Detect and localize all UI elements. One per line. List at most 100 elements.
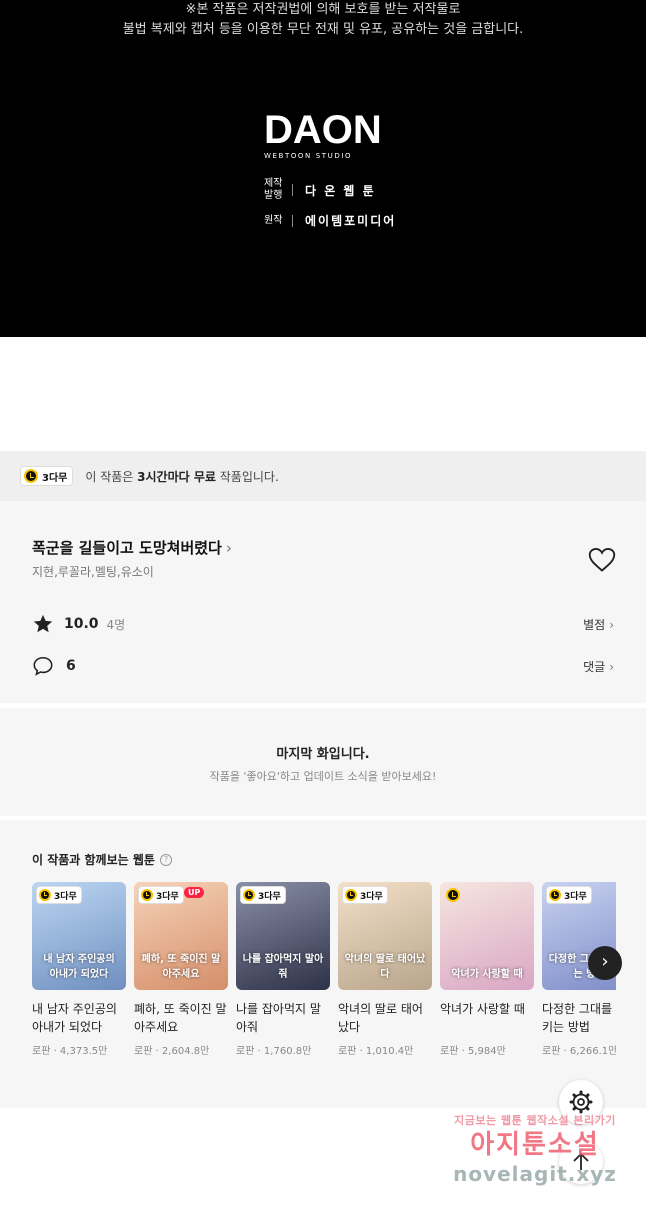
wait-text-suffix: 작품입니다. [215, 469, 279, 484]
recommendation-card[interactable]: 3다무 나를 잡아먹지 말아줘 나를 잡아먹지 말아줘 로판 · 1,760.8만 [236, 882, 330, 1057]
wait-free-badge-label: 3다무 [156, 891, 179, 902]
series-authors: 지현,루꼴라,멜팅,유소이 [32, 565, 154, 579]
credit-row: 제작 발행 다 온 웹 툰 [264, 178, 396, 202]
recommendation-title-text: 이 작품과 함께보는 웹툰 [32, 853, 155, 867]
wait-free-badge: 3다무 [36, 886, 82, 904]
cover-thumbnail[interactable]: 악녀가 사랑할 때 [440, 882, 534, 990]
rating-count: 4명 [106, 617, 126, 632]
clock-icon [24, 469, 38, 483]
watermark-line-3: novelagit.xyz [453, 1162, 617, 1186]
wait-text-bold: 3시간마다 무료 [137, 469, 216, 484]
rating-link[interactable]: 별점 › [583, 616, 614, 633]
wait-free-badge-label: 3다무 [360, 891, 383, 902]
help-icon[interactable]: ? [159, 853, 172, 866]
cover-title-art: 나를 잡아먹지 말아줘 [242, 954, 324, 980]
last-episode-notice: 마지막 화입니다. 작품을 '좋아요'하고 업데이트 소식을 받아보세요! [0, 708, 646, 816]
recommendation-carousel[interactable]: 3다무 내 남자 주인공의 아내가 되었다 내 남자 주인공의 아내가 되었다 로판 … [32, 882, 616, 1092]
credit-divider [292, 214, 293, 227]
credit-key: 원작 [264, 214, 283, 226]
copyright-notice: ※본 작품은 저작권법에 의해 보호를 받는 저작물로 불법 복제와 캡처 등을… [0, 0, 646, 40]
heart-icon[interactable] [588, 547, 616, 573]
rating-link-label: 별점 [583, 617, 606, 632]
credits: 제작 발행 다 온 웹 툰 원작 에이템포미디어 [264, 178, 396, 239]
logo-sub: WEBTOON STUDIO [264, 152, 353, 160]
recommendation-card[interactable]: 악녀가 사랑할 때 악녀가 사랑할 때 로판 · 5,984만 [440, 882, 534, 1057]
comment-link[interactable]: 댓글 › [583, 658, 614, 675]
logo-main: DAON [264, 108, 382, 152]
credit-value: 에이템포미디어 [305, 214, 397, 228]
chevron-right-icon: › [609, 617, 614, 632]
credit-divider [292, 184, 293, 196]
cover-thumbnail[interactable]: 3다무내 남자 주인공의 아내가 되었다 [32, 882, 126, 990]
notice-line-1: ※본 작품은 저작권법에 의해 보호를 받는 저작물로 [185, 2, 461, 17]
cover-title-art: 악녀가 사랑할 때 [451, 969, 523, 980]
cover-title-art: 내 남자 주인공의 아내가 되었다 [43, 954, 115, 980]
series-title: 폭군을 길들이고 도망쳐버렸다 [32, 539, 222, 557]
credit-key: 제작 발행 [264, 178, 283, 201]
card-title[interactable]: 나를 잡아먹지 말아줘 [236, 1000, 330, 1036]
last-episode-subtitle: 작품을 '좋아요'하고 업데이트 소식을 받아보세요! [209, 770, 437, 783]
wait-free-badge-label: 3다무 [564, 891, 587, 902]
watermark-line-1: 지금보는 웹툰 웹작소설 본리가기 [454, 1114, 616, 1127]
notice-line-2: 불법 복제와 캡처 등을 이용한 무단 전재 및 유포, 공유하는 것을 금합니… [122, 22, 524, 37]
cover-thumbnail[interactable]: 3다무나를 잡아먹지 말아줘 [236, 882, 330, 990]
comment-icon [33, 656, 53, 676]
rating-score: 10.0 [64, 616, 99, 632]
clock-icon [446, 888, 460, 902]
clock-icon [39, 889, 51, 901]
cover-title-art: 악녀의 딸로 태어났다 [344, 954, 426, 980]
card-meta: 로판 · 2,604.8만 [134, 1046, 210, 1057]
carousel-next-button[interactable]: › [588, 946, 622, 980]
star-icon [33, 614, 53, 633]
credit-row: 원작 에이템포미디어 [264, 212, 396, 229]
card-title[interactable]: 악녀가 사랑할 때 [440, 1000, 534, 1036]
clock-icon [141, 889, 153, 901]
wait-free-badge: 3다무 [138, 886, 184, 904]
card-title[interactable]: 내 남자 주인공의 아내가 되었다 [32, 1000, 126, 1036]
card-meta: 로판 · 1,010.4만 [338, 1046, 414, 1057]
series-info-panel: 폭군을 길들이고 도망쳐버렸다 › 지현,루꼴라,멜팅,유소이 10.0 4명 별… [0, 501, 646, 703]
recommendation-card[interactable]: 3다무 내 남자 주인공의 아내가 되었다 내 남자 주인공의 아내가 되었다 로판 … [32, 882, 126, 1057]
wait-free-badge: 3다무 [240, 886, 286, 904]
clock-icon [345, 889, 357, 901]
wait-text-prefix: 이 작품은 [85, 469, 138, 484]
card-title[interactable]: 폐하, 또 죽이진 말아주세요 [134, 1000, 228, 1036]
comment-link-label: 댓글 [583, 659, 606, 674]
recommendation-card[interactable]: 3다무 악녀의 딸로 태어났다 악녀의 딸로 태어났다 로판 · 1,010.4만 [338, 882, 432, 1057]
copyright-banner: ※본 작품은 저작권법에 의해 보호를 받는 저작물로 불법 복제와 캡처 등을… [0, 0, 646, 337]
credit-value: 다 온 웹 툰 [305, 183, 376, 198]
card-meta: 로판 · 6,266.1만 [542, 1046, 616, 1057]
clock-icon [549, 889, 561, 901]
wait-free-badge: 3다무 [546, 886, 592, 904]
cover-title-art: 폐하, 또 죽이진 말아주세요 [141, 954, 221, 980]
chevron-right-icon: › [225, 539, 232, 557]
rating-row: 10.0 4명 별점 › [32, 613, 614, 635]
card-meta: 로판 · 4,373.5만 [32, 1046, 108, 1057]
recommendation-section: 이 작품과 함께보는 웹툰 ? 3다무 내 남자 주인공의 아내가 되었다 내 남자… [0, 820, 646, 1108]
wait-free-badge: 3다무 [342, 886, 388, 904]
wait-free-badge-label: 3다무 [54, 891, 77, 902]
cover-thumbnail[interactable]: 3다무 UP 폐하, 또 죽이진 말아주세요 [134, 882, 228, 990]
watermark-line-2: 아지툰소설 [470, 1130, 600, 1160]
recommendation-title: 이 작품과 함께보는 웹툰 ? [32, 851, 172, 868]
wait-free-badge-label: 3다무 [42, 472, 68, 484]
card-meta: 로판 · 1,760.8만 [236, 1046, 312, 1057]
wait-free-text: 이 작품은 3시간마다 무료 작품입니다. [85, 468, 278, 485]
recommendation-card[interactable]: 3다무 UP 폐하, 또 죽이진 말아주세요 폐하, 또 죽이진 말아주세요 로판 · … [134, 882, 228, 1057]
last-episode-title: 마지막 화입니다. [276, 747, 370, 762]
series-title-link[interactable]: 폭군을 길들이고 도망쳐버렸다 › [32, 537, 232, 558]
comment-row: 6 댓글 › [32, 655, 614, 677]
chevron-right-icon: › [609, 659, 614, 674]
free-wait-bar: 3다무 이 작품은 3시간마다 무료 작품입니다. [0, 451, 646, 501]
wait-free-badge: 3다무 [20, 466, 74, 486]
update-badge: UP [184, 887, 205, 898]
site-watermark: 지금보는 웹툰 웹작소설 본리가기 아지툰소설 novelagit.xyz [440, 1112, 630, 1186]
card-title[interactable]: 다정한 그대를 지키는 방법 [542, 1000, 616, 1036]
card-title[interactable]: 악녀의 딸로 태어났다 [338, 1000, 432, 1036]
daon-logo: DAON WEBTOON STUDIO [264, 110, 384, 160]
card-meta: 로판 · 5,984만 [440, 1046, 506, 1057]
wait-free-badge-label: 3다무 [258, 891, 281, 902]
comment-count: 6 [66, 658, 76, 674]
cover-thumbnail[interactable]: 3다무악녀의 딸로 태어났다 [338, 882, 432, 990]
clock-icon [243, 889, 255, 901]
